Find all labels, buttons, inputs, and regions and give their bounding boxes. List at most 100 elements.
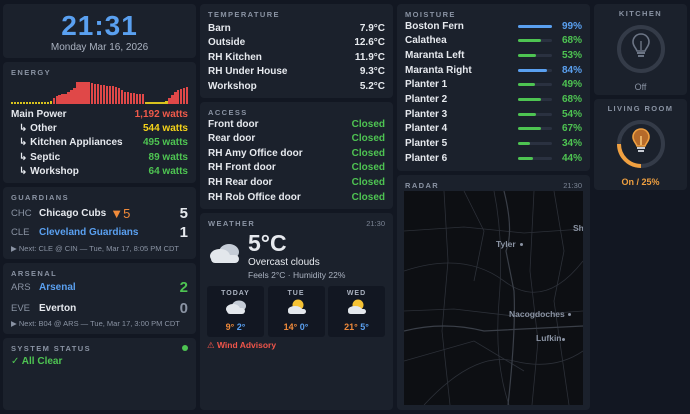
access-row: RH Amy Office door Closed — [208, 146, 385, 160]
moisture-bar-fill — [518, 127, 541, 131]
moisture-row: Planter 5 34% — [405, 137, 582, 151]
next-game: ▶ Next: B04 @ ARS — Tue, Mar 17, 3:00 PM… — [11, 319, 180, 328]
moisture-value: 99% — [561, 20, 582, 32]
moisture-bar — [518, 156, 552, 160]
sensor-value: 5.2°C — [359, 80, 385, 92]
sensor-name: RH Kitchen — [208, 51, 262, 63]
sensor-name: Barn — [208, 22, 231, 34]
team-abbr: EVE — [11, 302, 31, 314]
temperature-row: Workshop 5.2°C — [208, 79, 385, 93]
moisture-bar-fill — [518, 53, 537, 57]
energy-row-kitchen: ↳ Kitchen Appliances 495 watts — [19, 135, 188, 149]
forecast-low: 5° — [360, 322, 369, 332]
temperature-row: Barn 7.9°C — [208, 21, 385, 35]
door-name: RH Rob Office door — [208, 191, 301, 203]
moisture-bar — [518, 24, 552, 28]
clock-panel: 21:31 Monday Mar 16, 2026 — [3, 4, 196, 58]
energy-bar — [186, 87, 189, 104]
moisture-bar-fill — [518, 24, 552, 28]
partly-cloudy-icon — [348, 299, 366, 314]
access-row: RH Front door Closed — [208, 161, 385, 175]
forecast-temps: 21° 5° — [328, 322, 385, 332]
moisture-row: Calathea 68% — [405, 34, 582, 48]
access-panel: ACCESS Front door Closed Rear door Closed RH… — [200, 102, 393, 209]
access-row: RH Rear door Closed — [208, 175, 385, 189]
energy-sparkline — [11, 78, 189, 104]
moisture-value: 68% — [561, 35, 582, 47]
door-state: Closed — [351, 162, 385, 174]
sensor-name: Workshop — [208, 80, 257, 92]
team-name: Everton — [39, 302, 77, 314]
weather-title: WEATHER — [208, 219, 256, 228]
energy-row-workshop: ↳ Workshop 64 watts — [19, 164, 188, 178]
moisture-row: Planter 3 54% — [405, 107, 582, 121]
moisture-bar-fill — [518, 142, 530, 146]
city-label-lufkin: Lufkin — [536, 333, 562, 343]
energy-label: ↳ Septic — [19, 151, 61, 163]
forecast-temps: 9° 2° — [207, 322, 264, 332]
forecast-card: TUE 14° 0° — [267, 286, 325, 337]
energy-label: ↳ Kitchen Appliances — [19, 136, 123, 148]
moisture-value: 53% — [561, 49, 582, 61]
moisture-bar-fill — [518, 39, 542, 43]
energy-value: 64 watts — [148, 165, 188, 177]
energy-label: ↳ Workshop — [19, 165, 79, 177]
sensor-value: 11.9°C — [354, 51, 385, 63]
city-label-shreveport: Sh — [573, 223, 583, 233]
radar-map[interactable]: Tyler Nacogdoches Lufkin Sh — [404, 191, 583, 405]
next-game: ▶ Next: CLE @ CIN — Tue, Mar 17, 8:05 PM… — [11, 244, 180, 253]
living-room-light-panel[interactable]: LIVING ROOM On / 25% — [594, 99, 687, 190]
clock-time: 21:31 — [61, 10, 138, 41]
city-dot-icon — [568, 313, 571, 316]
weather-panel: WEATHER 21:30 5°C Overcast clouds Feels … — [200, 213, 393, 410]
energy-value: 89 watts — [148, 151, 188, 163]
energy-title: ENERGY — [11, 68, 52, 77]
radar-title: RADAR — [405, 181, 440, 190]
moisture-row: Planter 6 44% — [405, 151, 582, 165]
moisture-bar — [518, 83, 552, 87]
kitchen-light-panel[interactable]: KITCHEN Off — [594, 4, 687, 95]
door-state: Closed — [351, 176, 385, 188]
forecast-card: WED 21° 5° — [328, 286, 385, 337]
guardians-panel: GUARDIANS CHC Chicago Cubs ▼5 5 CLE Clev… — [3, 187, 196, 259]
radar-map-lines — [404, 191, 583, 405]
moisture-bar-fill — [518, 112, 537, 116]
moisture-bar — [518, 112, 552, 116]
team-score: 2 — [179, 278, 188, 296]
team-abbr: CHC — [11, 207, 32, 219]
forecast-high: 14° — [283, 322, 298, 332]
moisture-panel: MOISTURE Boston Fern 99% Calathea 68% Marant… — [397, 4, 590, 171]
moisture-value: 44% — [561, 152, 582, 164]
moisture-title: MOISTURE — [405, 10, 456, 19]
forecast-day: TODAY — [221, 290, 250, 297]
forecast-day: TUE — [287, 290, 305, 297]
guardians-title: GUARDIANS — [11, 193, 70, 202]
door-name: Rear door — [208, 133, 256, 145]
door-state: Closed — [351, 191, 385, 203]
moisture-bar — [518, 127, 552, 131]
lightbulb-icon — [632, 128, 650, 152]
lightbulb-icon — [632, 33, 650, 57]
weather-time: 21:30 — [366, 219, 385, 228]
team-row: ARS Arsenal 2 — [11, 278, 188, 296]
clock-date: Monday Mar 16, 2026 — [50, 42, 149, 53]
access-row: RH Rob Office door Closed — [208, 190, 385, 204]
sensor-value: 9.3°C — [359, 66, 385, 77]
moisture-value: 68% — [561, 94, 582, 105]
energy-row-septic: ↳ Septic 89 watts — [19, 150, 188, 164]
team-row: CHC Chicago Cubs ▼5 5 — [11, 205, 188, 222]
moisture-row: Planter 4 67% — [405, 122, 582, 136]
status-title: SYSTEM STATUS — [11, 344, 92, 353]
moisture-value: 54% — [561, 108, 582, 120]
kitchen-state: Off — [634, 82, 647, 92]
moisture-row: Planter 1 49% — [405, 78, 582, 92]
forecast-day: WED — [346, 290, 367, 297]
city-label-tyler: Tyler — [496, 239, 516, 249]
energy-label: Main Power — [11, 108, 67, 120]
radar-panel: RADAR 21:30 Tyler Nacogdoches Lufkin Sh — [397, 175, 590, 410]
door-state: Closed — [351, 147, 385, 159]
moisture-bar — [518, 142, 552, 146]
energy-value: 495 watts — [142, 136, 188, 148]
forecast-low: 0° — [299, 322, 309, 332]
team-score: 1 — [179, 223, 188, 241]
